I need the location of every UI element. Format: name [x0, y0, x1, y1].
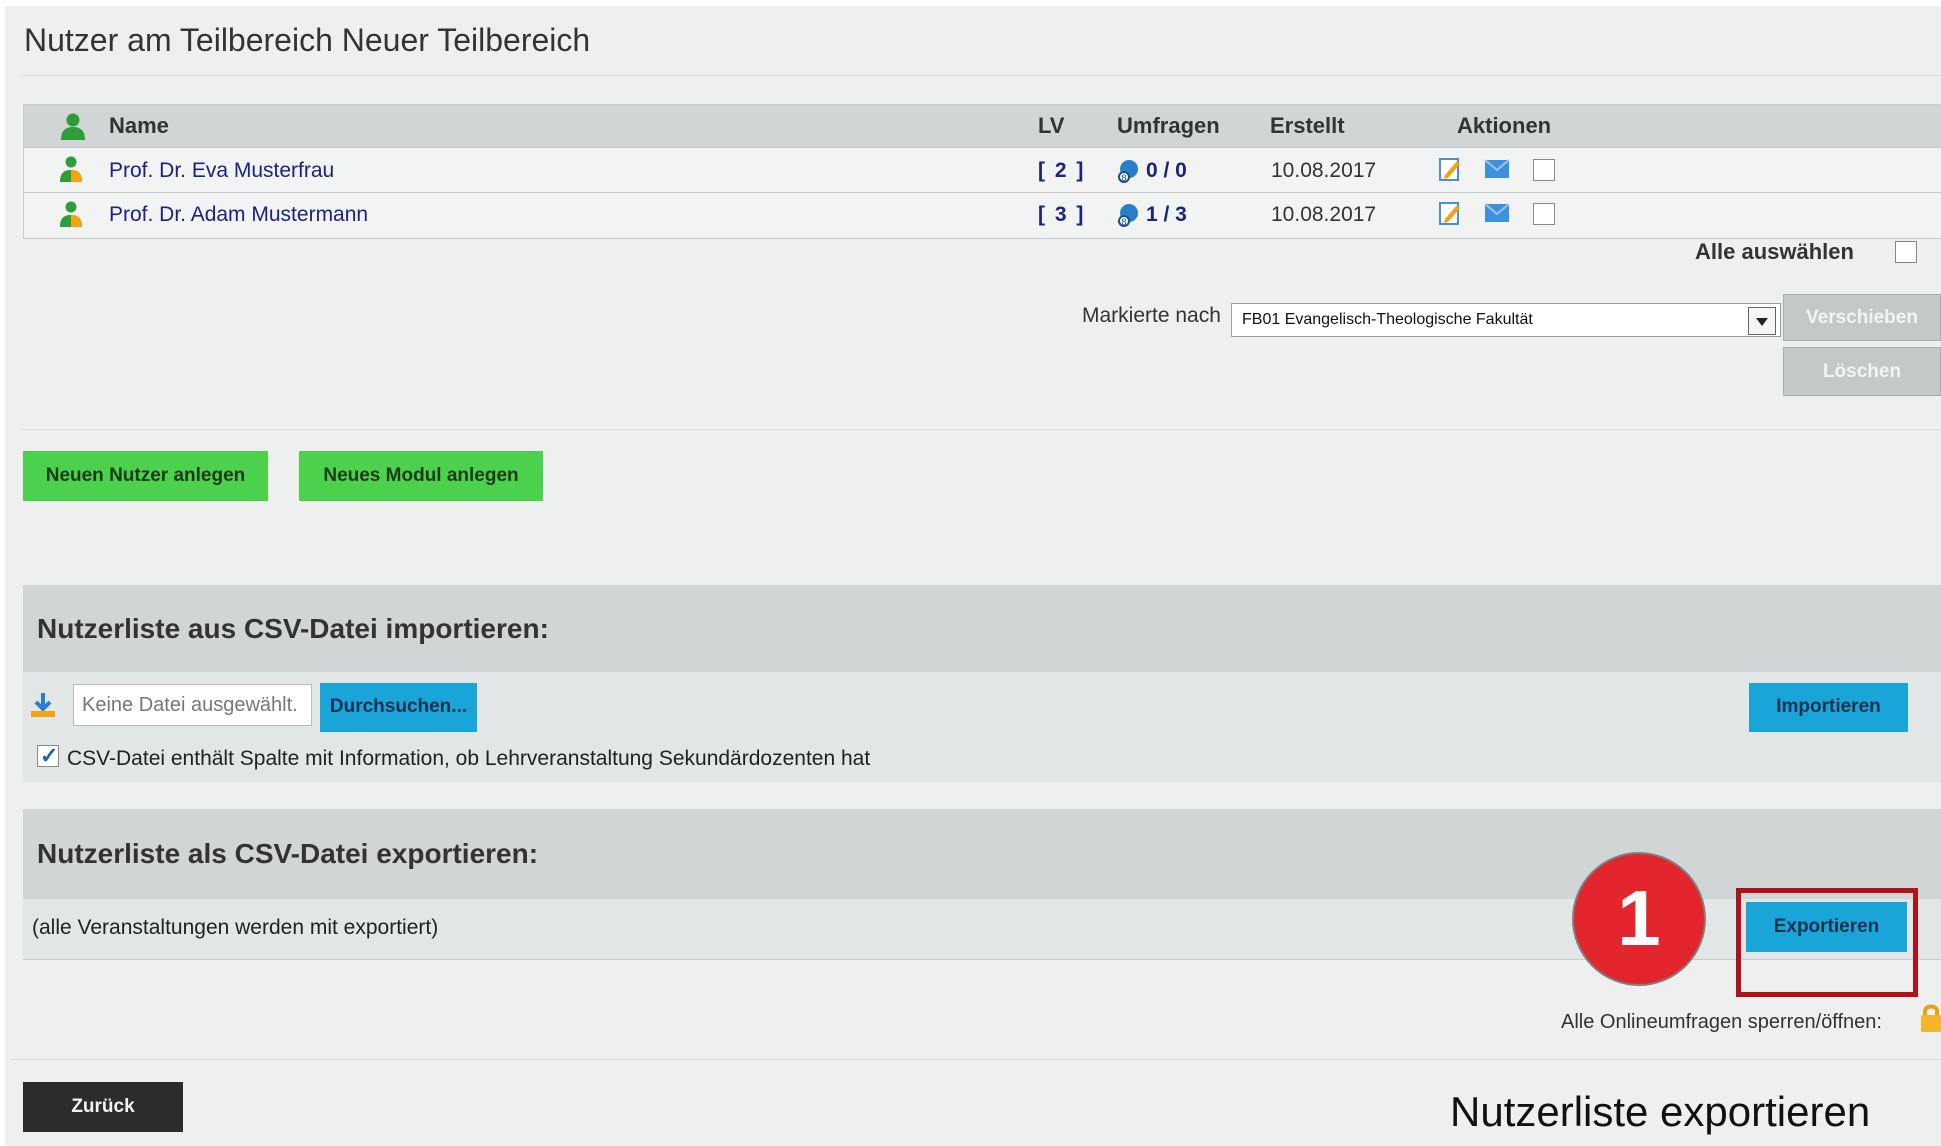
import-section-header: Nutzerliste aus CSV-Datei importieren: — [23, 585, 1941, 672]
delete-button[interactable]: Löschen — [1783, 347, 1941, 396]
move-button[interactable]: Verschieben — [1783, 294, 1941, 341]
col-umfragen[interactable]: Umfragen — [1117, 113, 1220, 139]
section-divider — [23, 429, 1941, 430]
user-icon — [58, 111, 88, 141]
step-badge: 1 — [1572, 852, 1706, 986]
user-name-link[interactable]: Prof. Dr. Adam Mustermann — [109, 203, 368, 227]
survey-count-link[interactable]: 1 / 3 — [1146, 203, 1187, 227]
page-container: Nutzer am Teilbereich Neuer Teilbereich … — [5, 6, 1941, 1146]
import-section-body: Keine Datei ausgewählt. Durchsuchen... I… — [23, 672, 1941, 783]
title-divider — [23, 75, 1941, 76]
select-all-label: Alle auswählen — [1695, 239, 1854, 264]
upload-icon — [29, 691, 57, 719]
mail-icon[interactable] — [1484, 159, 1510, 179]
col-aktionen: Aktionen — [1457, 113, 1552, 138]
row-select-checkbox[interactable] — [1533, 203, 1555, 225]
export-note: (alle Veranstaltungen werden mit exporti… — [32, 916, 439, 939]
annotation-caption: Nutzerliste exportieren — [1450, 1088, 1871, 1135]
page-title: Nutzer am Teilbereich Neuer Teilbereich — [24, 22, 591, 58]
col-lv[interactable]: LV — [1038, 113, 1064, 139]
table-row: Prof. Dr. Eva Musterfrau [ 2 ] 8 0 / 0 1… — [24, 147, 1941, 192]
move-to-label: Markierte nach — [1082, 304, 1221, 327]
table-header: Name LV Umfragen Erstellt Aktionen — [24, 105, 1941, 147]
edit-icon[interactable] — [1438, 200, 1462, 226]
user-status-icon — [58, 155, 84, 183]
survey-icon: 8 — [1117, 159, 1141, 184]
user-status-icon — [58, 200, 84, 228]
new-user-button[interactable]: Neuen Nutzer anlegen — [23, 451, 268, 501]
secondary-lecturer-label: CSV-Datei enthält Spalte mit Information… — [67, 747, 871, 770]
row-select-checkbox[interactable] — [1533, 159, 1555, 181]
lock-all-label: Alle Onlineumfragen sperren/öffnen: — [1561, 1011, 1882, 1033]
edit-icon[interactable] — [1438, 156, 1462, 182]
import-button[interactable]: Importieren — [1749, 683, 1908, 732]
svg-text:8: 8 — [1121, 174, 1127, 183]
back-button[interactable]: Zurück — [23, 1082, 183, 1132]
export-button[interactable]: Exportieren — [1746, 902, 1907, 952]
export-section-title: Nutzerliste als CSV-Datei exportieren: — [37, 838, 539, 869]
survey-count-link[interactable]: 0 / 0 — [1146, 159, 1187, 183]
target-area-value: FB01 Evangelisch-Theologische Fakultät — [1242, 311, 1533, 328]
browse-button[interactable]: Durchsuchen... — [320, 683, 477, 732]
created-date: 10.08.2017 — [1271, 203, 1377, 226]
select-all-checkbox[interactable] — [1895, 241, 1917, 263]
created-date: 10.08.2017 — [1271, 159, 1377, 182]
lv-count-link[interactable]: [ 3 ] — [1038, 203, 1085, 227]
import-section: Nutzerliste aus CSV-Datei importieren: K… — [23, 585, 1941, 783]
import-section-title: Nutzerliste aus CSV-Datei importieren: — [37, 613, 549, 644]
users-table: Name LV Umfragen Erstellt Aktionen Prof.… — [23, 104, 1941, 239]
survey-icon: 8 — [1117, 203, 1141, 228]
file-name-field[interactable]: Keine Datei ausgewählt. — [73, 684, 312, 726]
mail-icon[interactable] — [1484, 203, 1510, 223]
svg-text:8: 8 — [1121, 218, 1127, 227]
col-erstellt[interactable]: Erstellt — [1270, 113, 1345, 139]
user-name-link[interactable]: Prof. Dr. Eva Musterfrau — [109, 159, 334, 183]
col-name[interactable]: Name — [109, 113, 169, 139]
new-module-button[interactable]: Neues Modul anlegen — [299, 451, 543, 501]
lv-count-link[interactable]: [ 2 ] — [1038, 159, 1085, 183]
secondary-lecturer-checkbox[interactable] — [37, 743, 59, 769]
table-row: Prof. Dr. Adam Mustermann [ 3 ] 8 1 / 3 … — [24, 192, 1941, 237]
lock-icon[interactable] — [1921, 1002, 1941, 1034]
target-area-select[interactable]: FB01 Evangelisch-Theologische Fakultät — [1231, 303, 1781, 337]
footer-divider — [10, 1059, 1941, 1060]
chevron-down-icon[interactable] — [1748, 307, 1776, 335]
